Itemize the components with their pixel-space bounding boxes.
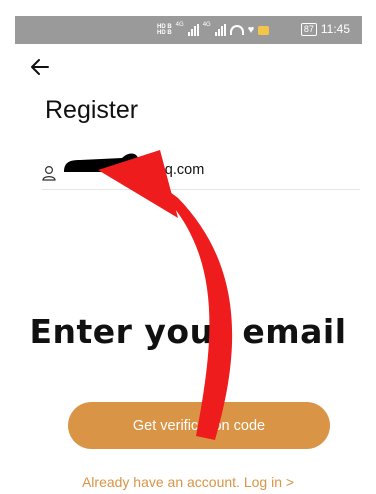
page-title: Register <box>45 96 139 124</box>
battery-icon: 87 <box>300 22 317 36</box>
wifi-icon <box>229 25 244 35</box>
status-icons: HD B HD B 4G 4G ♥ <box>157 22 270 38</box>
login-link[interactable]: Already have an account. Log in > <box>0 474 376 490</box>
network-type-1: 4G <box>175 22 184 28</box>
status-time: 11:45 <box>320 22 350 36</box>
redaction-mark <box>64 153 139 172</box>
back-button[interactable] <box>28 56 52 78</box>
status-bar: HD B HD B 4G 4G ♥ 87 11:45 <box>15 16 362 44</box>
user-icon <box>42 165 56 181</box>
email-field[interactable]: @qq.com <box>42 153 360 190</box>
network-type-2: 4G <box>202 22 211 28</box>
annotation-caption: Enter your email <box>29 312 347 351</box>
email-value: @qq.com <box>142 162 205 178</box>
message-icon <box>258 25 270 35</box>
network-indicator: HD B HD B <box>157 24 172 36</box>
heart-icon: ♥ <box>247 23 255 36</box>
get-verification-code-button[interactable]: Get verification code <box>68 402 330 449</box>
signal-icon-2 <box>214 24 226 36</box>
arrow-left-icon <box>31 59 49 75</box>
network-label-2: HD B <box>157 30 172 36</box>
annotation-arrow-shaft <box>150 177 233 440</box>
battery-status: 87 11:45 <box>300 22 350 36</box>
signal-icon <box>187 24 199 36</box>
